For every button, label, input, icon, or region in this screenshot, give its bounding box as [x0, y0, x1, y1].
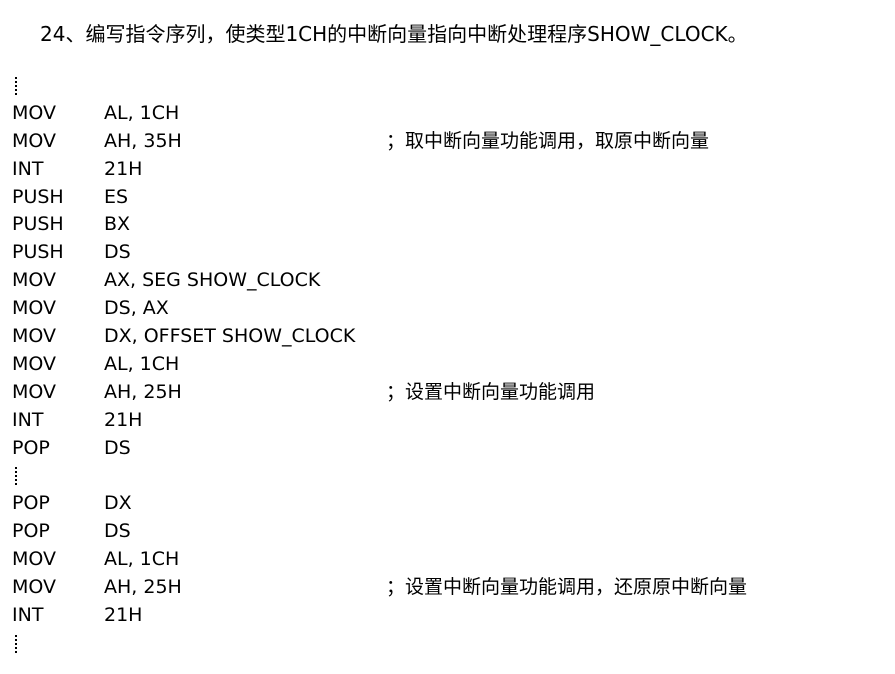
code-line: PUSH ES [12, 184, 882, 212]
instruction-opcode: MOV [12, 352, 57, 375]
instruction-opcode: POP [12, 520, 50, 543]
vertical-ellipsis-icon [15, 634, 17, 653]
code-line: POP DX [12, 490, 882, 518]
code-line: POP DS [12, 435, 882, 463]
code-line: MOV DS, AX [12, 295, 882, 323]
instruction-opcode: PUSH [12, 213, 64, 236]
instruction-operands: ES [104, 185, 129, 208]
code-line: PUSH DS [12, 239, 882, 267]
code-line: INT 21H [12, 407, 882, 435]
instruction-operands: DX, OFFSET SHOW_CLOCK [104, 325, 356, 348]
instruction-opcode: POP [12, 436, 50, 459]
code-line: INT 21H [12, 156, 882, 184]
instruction-opcode: MOV [12, 297, 57, 320]
code-line: MOV AH, 35H ；取中断向量功能调用，取原中断向量 [12, 128, 882, 156]
instruction-opcode: MOV [12, 325, 57, 348]
instruction-opcode: MOV [12, 576, 57, 599]
instruction-operands: DS [104, 520, 131, 543]
code-listing: MOV AL, 1CH MOV AH, 35H ；取中断向量功能调用，取原中断向量 INT… [12, 72, 882, 658]
instruction-operands: AH, 35H [104, 129, 182, 152]
instruction-operands: DX [104, 492, 132, 515]
code-line: MOV AX, SEG SHOW_CLOCK [12, 267, 882, 295]
instruction-opcode: MOV [12, 129, 57, 152]
instruction-opcode: PUSH [12, 241, 64, 264]
instruction-opcode: MOV [12, 380, 57, 403]
instruction-operands: AX, SEG SHOW_CLOCK [104, 269, 321, 292]
vertical-ellipsis-icon [15, 77, 17, 95]
ellipsis-row [12, 72, 882, 100]
instruction-opcode: PUSH [12, 185, 64, 208]
instruction-opcode: MOV [12, 101, 57, 124]
instruction-operands: 21H [104, 603, 143, 626]
instruction-operands: DS, AX [104, 297, 169, 320]
code-line: INT 21H [12, 602, 882, 630]
ellipsis-row [12, 462, 882, 490]
code-line: POP DS [12, 518, 882, 546]
instruction-comment: ；设置中断向量功能调用 [386, 380, 596, 403]
code-line: MOV AH, 25H ；设置中断向量功能调用，还原原中断向量 [12, 574, 882, 602]
ellipsis-row [12, 630, 882, 658]
code-line: MOV AL, 1CH [12, 100, 882, 128]
instruction-operands: AL, 1CH [104, 548, 180, 571]
instruction-opcode: INT [12, 603, 44, 626]
instruction-operands: DS [104, 436, 131, 459]
instruction-operands: AL, 1CH [104, 101, 180, 124]
vertical-ellipsis-icon [15, 467, 17, 486]
code-line: MOV DX, OFFSET SHOW_CLOCK [12, 323, 882, 351]
instruction-operands: AH, 25H [104, 576, 182, 599]
instruction-operands: AH, 25H [104, 380, 182, 403]
instruction-comment: ；设置中断向量功能调用，还原原中断向量 [386, 576, 748, 599]
code-line: MOV AH, 25H ；设置中断向量功能调用 [12, 379, 882, 407]
code-line: MOV AL, 1CH [12, 546, 882, 574]
instruction-opcode: POP [12, 492, 50, 515]
instruction-operands: 21H [104, 157, 143, 180]
instruction-opcode: MOV [12, 269, 57, 292]
instruction-operands: DS [104, 241, 131, 264]
instruction-opcode: INT [12, 157, 44, 180]
instruction-comment: ；取中断向量功能调用，取原中断向量 [386, 129, 710, 152]
question-title: 24、编写指令序列，使类型1CH的中断向量指向中断处理程序SHOW_CLOCK。 [40, 22, 748, 46]
instruction-operands: BX [104, 213, 131, 236]
instruction-opcode: INT [12, 408, 44, 431]
code-line: MOV AL, 1CH [12, 351, 882, 379]
code-line: PUSH BX [12, 211, 882, 239]
instruction-operands: 21H [104, 408, 143, 431]
instruction-opcode: MOV [12, 548, 57, 571]
instruction-operands: AL, 1CH [104, 352, 180, 375]
